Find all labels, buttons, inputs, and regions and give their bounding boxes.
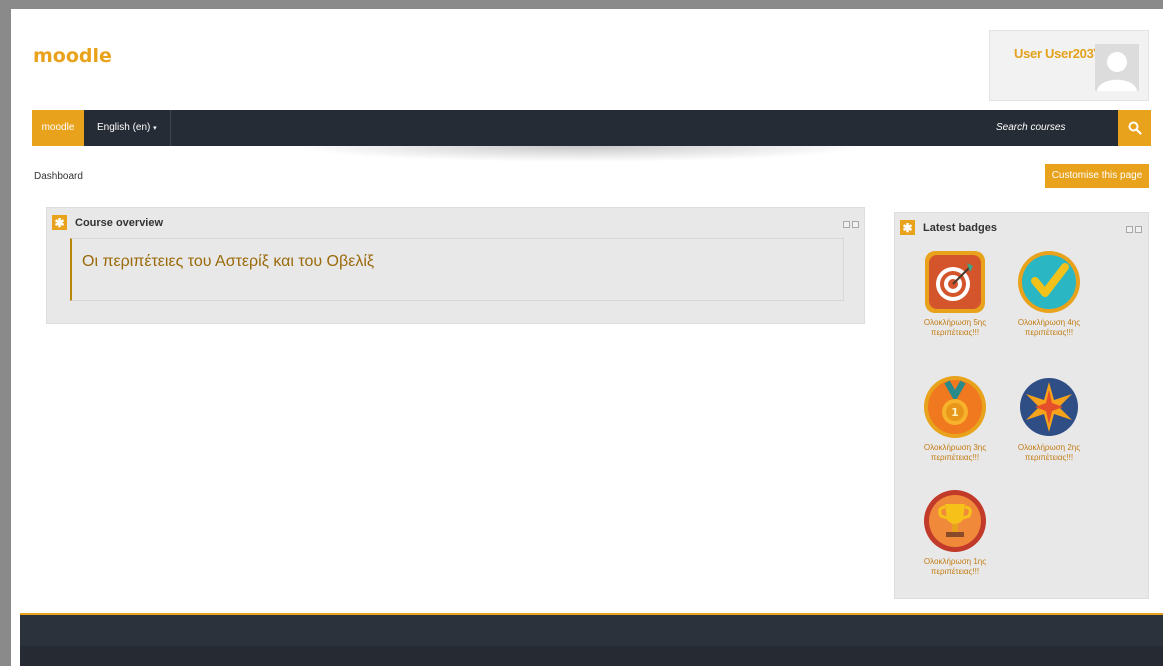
- badge-label-line2: περιπέτειας!!!: [930, 328, 980, 337]
- user-menu[interactable]: User User203▾: [989, 30, 1149, 101]
- collapse-icon[interactable]: [843, 221, 850, 228]
- badge-label-line1: Ολοκλήρωση 5ης: [923, 318, 987, 327]
- badge-item[interactable]: 1 Ολοκλήρωση 3ης περιπέτειας!!!: [908, 374, 1002, 463]
- latest-badges-block: ✱ Latest badges Ολοκλήρωση 5ης περιπέτει…: [894, 212, 1149, 599]
- trophy-icon: [924, 490, 986, 552]
- star-icon: [1020, 378, 1078, 436]
- target-icon: [925, 251, 985, 313]
- badge-item[interactable]: Ολοκλήρωση 5ης περιπέτειας!!!: [908, 249, 1002, 338]
- language-menu[interactable]: English (en) ▾: [84, 110, 171, 146]
- badge-item[interactable]: Ολοκλήρωση 4ης περιπέτειας!!!: [1002, 249, 1096, 338]
- block-controls[interactable]: [1126, 226, 1142, 233]
- checkmark-icon: [1018, 251, 1080, 313]
- search-icon: [1128, 121, 1142, 135]
- badge-item[interactable]: Ολοκλήρωση 1ης περιπέτειας!!!: [908, 488, 1002, 577]
- user-name[interactable]: User User203▾: [1014, 46, 1098, 61]
- footer-bottom-bar: [20, 646, 1163, 666]
- navbar-shadow: [290, 146, 870, 162]
- block-title: Latest badges: [923, 222, 997, 234]
- svg-text:1: 1: [951, 406, 959, 419]
- medal-icon: 1: [924, 376, 986, 438]
- nav-brand-link[interactable]: moodle: [32, 110, 84, 146]
- dock-icon[interactable]: [852, 221, 859, 228]
- block-controls[interactable]: [843, 221, 859, 228]
- footer: [20, 613, 1163, 666]
- badge-label-line1: Ολοκλήρωση 1ης: [923, 557, 987, 566]
- user-avatar-icon: [1095, 44, 1139, 91]
- navbar: moodle English (en) ▾ Search courses: [32, 110, 1151, 146]
- block-title: Course overview: [75, 217, 164, 229]
- block-icon: ✱: [52, 215, 67, 230]
- course-overview-block: ✱ Course overview Οι περιπέτειες του Αστ…: [46, 207, 865, 324]
- search-courses-input[interactable]: Search courses: [990, 110, 1118, 146]
- course-link[interactable]: Οι περιπέτειες του Αστερίξ και του Οβελί…: [82, 253, 374, 271]
- badge-label-line2: περιπέτειας!!!: [930, 567, 980, 576]
- badge-label-line2: περιπέτειας!!!: [930, 453, 980, 462]
- badge-label-line1: Ολοκλήρωση 4ης: [1017, 318, 1081, 327]
- course-item: Οι περιπέτειες του Αστερίξ και του Οβελί…: [70, 238, 844, 301]
- badge-label-line1: Ολοκλήρωση 3ης: [923, 443, 987, 452]
- customise-page-button[interactable]: Customise this page: [1045, 164, 1149, 188]
- badge-item[interactable]: Ολοκλήρωση 2ης περιπέτειας!!!: [1002, 374, 1096, 463]
- search-button[interactable]: [1118, 110, 1151, 146]
- page: moodle User User203▾ moodle English (en)…: [20, 9, 1163, 666]
- badge-label-line2: περιπέτειας!!!: [1024, 328, 1074, 337]
- site-logo[interactable]: moodle: [33, 45, 112, 67]
- badge-label-line2: περιπέτειας!!!: [1024, 453, 1074, 462]
- avatar[interactable]: [1095, 44, 1139, 91]
- collapse-icon[interactable]: [1126, 226, 1133, 233]
- breadcrumb[interactable]: Dashboard: [34, 171, 83, 182]
- badge-label-line1: Ολοκλήρωση 2ης: [1017, 443, 1081, 452]
- block-icon: ✱: [900, 220, 915, 235]
- dock-icon[interactable]: [1135, 226, 1142, 233]
